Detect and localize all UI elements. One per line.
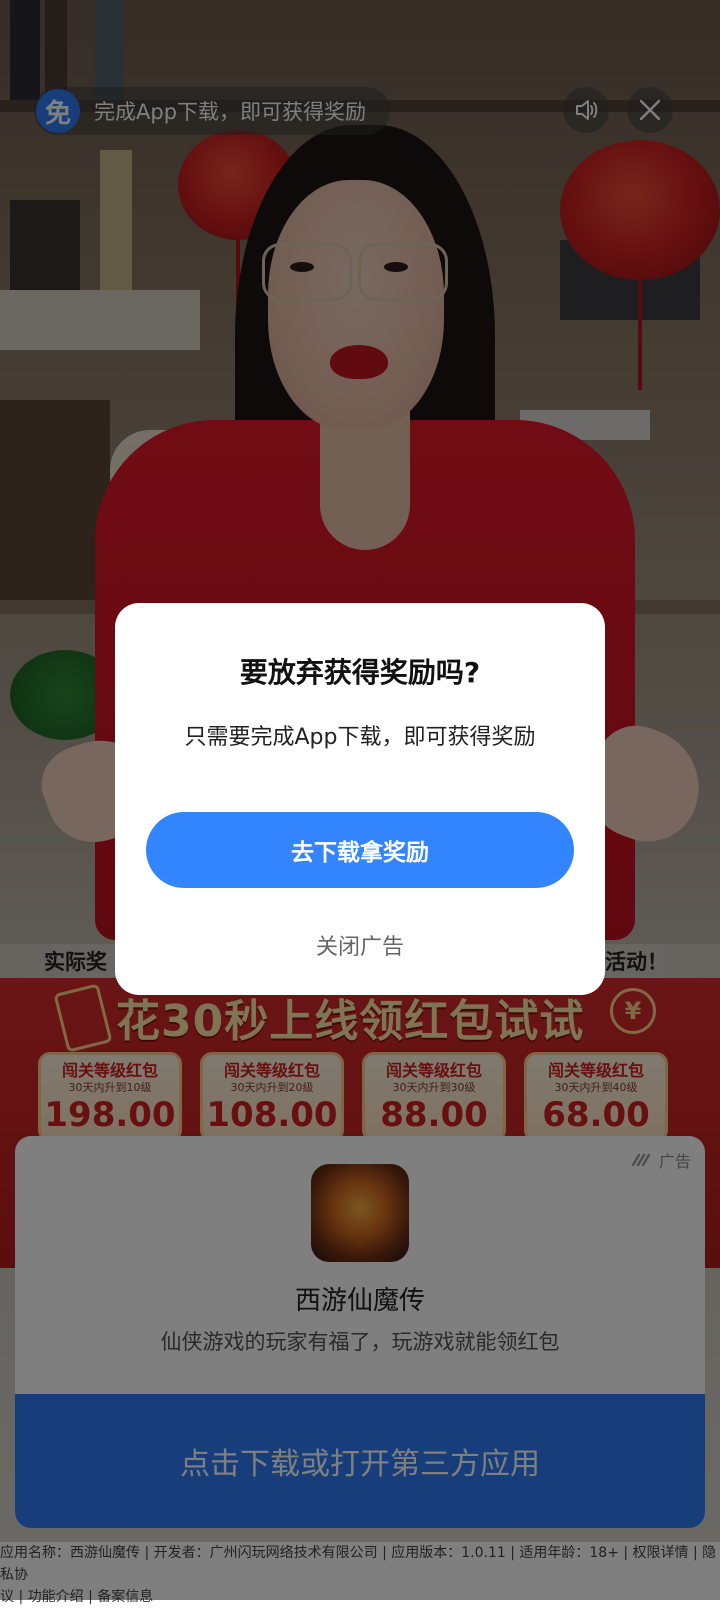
download-for-reward-button[interactable]: 去下载拿奖励 (146, 812, 574, 888)
abandon-reward-dialog: 要放弃获得奖励吗? 只需要完成App下载，即可获得奖励 去下载拿奖励 关闭广告 (115, 603, 605, 995)
dialog-title: 要放弃获得奖励吗? (239, 656, 481, 689)
dialog-message: 只需要完成App下载，即可获得奖励 (184, 725, 536, 750)
close-ad-link[interactable]: 关闭广告 (115, 929, 605, 961)
